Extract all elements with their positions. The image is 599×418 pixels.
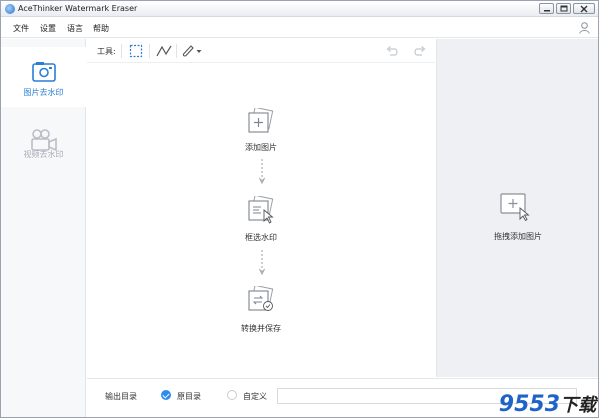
redo-button[interactable]	[413, 43, 427, 59]
user-icon[interactable]	[579, 22, 590, 34]
minimize-icon	[543, 9, 550, 11]
workflow-canvas[interactable]: 添加图片 框选水印 转换并保存	[87, 64, 435, 377]
close-button[interactable]	[573, 3, 595, 14]
drop-zone-label: 拖拽添加图片	[494, 232, 542, 241]
site-watermark: 9553下载	[499, 391, 596, 417]
polyline-icon	[156, 45, 172, 57]
chevron-down-icon[interactable]	[196, 49, 202, 54]
maximize-button[interactable]	[556, 3, 571, 14]
watermark-text: 下载	[560, 395, 596, 416]
original-directory-label[interactable]: 原目录	[177, 391, 201, 402]
tool-bar: 工具:	[87, 39, 435, 63]
select-watermark-icon	[248, 196, 274, 224]
app-logo-icon	[5, 4, 15, 14]
undo-button[interactable]	[385, 43, 399, 59]
step-label: 转换并保存	[241, 324, 281, 333]
title-bar: AceThinker Watermark Eraser	[1, 1, 598, 17]
sidebar-item-label: 图片去水印	[23, 88, 64, 97]
undo-icon	[386, 46, 398, 56]
toolbar-divider	[149, 44, 150, 58]
sidebar: 图片去水印 视频去水印	[1, 39, 86, 417]
sidebar-item-image-watermark[interactable]: 图片去水印	[1, 47, 86, 107]
rectangle-select-icon	[129, 44, 143, 58]
add-picture-cursor-icon	[500, 193, 530, 221]
brush-tool[interactable]	[182, 43, 202, 59]
watermark-number: 9553	[498, 392, 560, 417]
brush-icon	[182, 45, 194, 57]
menu-settings[interactable]: 设置	[40, 23, 56, 34]
rectangle-select-tool[interactable]	[129, 43, 143, 59]
window-controls	[539, 3, 595, 14]
toolbar-divider	[121, 44, 122, 58]
app-window: AceThinker Watermark Eraser 文件 设置 语言 帮助	[0, 0, 599, 418]
toolbar-divider	[176, 44, 177, 58]
maximize-icon	[560, 5, 567, 12]
step-label: 添加图片	[245, 143, 277, 152]
menu-language[interactable]: 语言	[67, 23, 83, 34]
convert-save-icon	[248, 286, 274, 311]
step-label: 框选水印	[245, 233, 277, 242]
menu-help[interactable]: 帮助	[93, 23, 109, 34]
minimize-button[interactable]	[539, 3, 554, 14]
close-icon	[580, 5, 588, 12]
arrow-down-icon	[259, 250, 265, 276]
arrow-down-icon	[259, 159, 265, 185]
window-title: AceThinker Watermark Eraser	[18, 4, 138, 13]
custom-directory-label[interactable]: 自定义	[243, 391, 267, 402]
sidebar-item-video-watermark[interactable]: 视频去水印	[1, 115, 86, 175]
output-directory-label: 输出目录	[105, 392, 137, 401]
drop-zone[interactable]: 拖拽添加图片	[436, 39, 598, 377]
redo-icon	[414, 46, 426, 56]
custom-directory-radio[interactable]	[227, 390, 237, 400]
polyline-tool[interactable]	[156, 43, 172, 59]
image-icon	[32, 62, 56, 82]
original-directory-radio[interactable]	[161, 390, 171, 400]
add-image-icon	[248, 108, 274, 133]
sidebar-item-label: 视频去水印	[23, 150, 64, 159]
tools-label: 工具:	[97, 47, 116, 56]
menu-file[interactable]: 文件	[13, 23, 29, 34]
menu-bar: 文件 设置 语言 帮助	[1, 18, 598, 38]
